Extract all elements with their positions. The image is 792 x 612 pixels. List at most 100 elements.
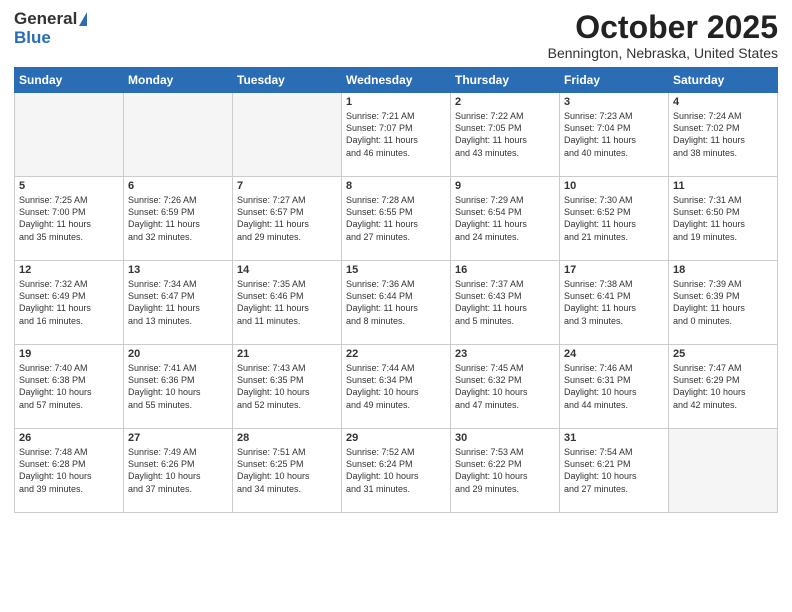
- header-saturday: Saturday: [669, 68, 778, 93]
- table-row: 5 Sunrise: 7:25 AMSunset: 7:00 PMDaylight…: [15, 177, 124, 261]
- day-number: 29: [346, 432, 446, 444]
- day-number: 10: [564, 180, 664, 192]
- day-number: 18: [673, 264, 773, 276]
- day-number: 2: [455, 96, 555, 108]
- logo-triangle-icon: [79, 12, 87, 26]
- table-row: 20Sunrise: 7:41 AMSunset: 6:36 PMDayligh…: [124, 345, 233, 429]
- header-monday: Monday: [124, 68, 233, 93]
- day-info: Sunrise: 7:36 AMSunset: 6:44 PMDaylight:…: [346, 278, 446, 327]
- calendar-week-row: 26 Sunrise: 7:48 AMSunset: 6:28 PMDayligh…: [15, 429, 778, 513]
- day-info: Sunrise: 7:53 AMSunset: 6:22 PMDaylight:…: [455, 446, 555, 495]
- day-number: 27: [128, 432, 228, 444]
- day-info: Sunrise: 7:49 AMSunset: 6:26 PMDaylight:…: [128, 446, 228, 495]
- table-row: 12 Sunrise: 7:32 AMSunset: 6:49 PMDayligh…: [15, 261, 124, 345]
- day-info: Sunrise: 7:37 AMSunset: 6:43 PMDaylight:…: [455, 278, 555, 327]
- day-info: Sunrise: 7:26 AMSunset: 6:59 PMDaylight:…: [128, 194, 228, 243]
- table-row: 26 Sunrise: 7:48 AMSunset: 6:28 PMDayligh…: [15, 429, 124, 513]
- table-row: [124, 93, 233, 177]
- day-info: Sunrise: 7:46 AMSunset: 6:31 PMDaylight:…: [564, 362, 664, 411]
- calendar-week-row: 12 Sunrise: 7:32 AMSunset: 6:49 PMDayligh…: [15, 261, 778, 345]
- day-info: Sunrise: 7:39 AMSunset: 6:39 PMDaylight:…: [673, 278, 773, 327]
- day-info: Sunrise: 7:35 AMSunset: 6:46 PMDaylight:…: [237, 278, 337, 327]
- table-row: 15Sunrise: 7:36 AMSunset: 6:44 PMDayligh…: [342, 261, 451, 345]
- table-row: 2 Sunrise: 7:22 AMSunset: 7:05 PMDaylight…: [451, 93, 560, 177]
- day-info: Sunrise: 7:21 AMSunset: 7:07 PMDaylight:…: [346, 110, 446, 159]
- table-row: [233, 93, 342, 177]
- day-info: Sunrise: 7:45 AMSunset: 6:32 PMDaylight:…: [455, 362, 555, 411]
- page: General Blue October 2025 Bennington, Ne…: [0, 0, 792, 612]
- title-block: October 2025 Bennington, Nebraska, Unite…: [548, 10, 778, 61]
- day-number: 5: [19, 180, 119, 192]
- table-row: 30 Sunrise: 7:53 AMSunset: 6:22 PMDayligh…: [451, 429, 560, 513]
- table-row: 24 Sunrise: 7:46 AMSunset: 6:31 PMDayligh…: [560, 345, 669, 429]
- day-number: 8: [346, 180, 446, 192]
- header-wednesday: Wednesday: [342, 68, 451, 93]
- table-row: 13 Sunrise: 7:34 AMSunset: 6:47 PMDayligh…: [124, 261, 233, 345]
- day-number: 25: [673, 348, 773, 360]
- day-number: 7: [237, 180, 337, 192]
- table-row: 25Sunrise: 7:47 AMSunset: 6:29 PMDayligh…: [669, 345, 778, 429]
- table-row: 14 Sunrise: 7:35 AMSunset: 6:46 PMDayligh…: [233, 261, 342, 345]
- logo-general-text: General: [14, 10, 77, 29]
- day-number: 23: [455, 348, 555, 360]
- day-info: Sunrise: 7:24 AMSunset: 7:02 PMDaylight:…: [673, 110, 773, 159]
- calendar-week-row: 1 Sunrise: 7:21 AMSunset: 7:07 PMDaylight…: [15, 93, 778, 177]
- day-info: Sunrise: 7:23 AMSunset: 7:04 PMDaylight:…: [564, 110, 664, 159]
- logo: General Blue: [14, 10, 87, 47]
- day-info: Sunrise: 7:34 AMSunset: 6:47 PMDaylight:…: [128, 278, 228, 327]
- table-row: 31 Sunrise: 7:54 AMSunset: 6:21 PMDayligh…: [560, 429, 669, 513]
- day-info: Sunrise: 7:54 AMSunset: 6:21 PMDaylight:…: [564, 446, 664, 495]
- day-info: Sunrise: 7:32 AMSunset: 6:49 PMDaylight:…: [19, 278, 119, 327]
- header-friday: Friday: [560, 68, 669, 93]
- header-tuesday: Tuesday: [233, 68, 342, 93]
- day-number: 16: [455, 264, 555, 276]
- table-row: 6 Sunrise: 7:26 AMSunset: 6:59 PMDaylight…: [124, 177, 233, 261]
- day-number: 24: [564, 348, 664, 360]
- table-row: 3 Sunrise: 7:23 AMSunset: 7:04 PMDaylight…: [560, 93, 669, 177]
- table-row: 4 Sunrise: 7:24 AMSunset: 7:02 PMDaylight…: [669, 93, 778, 177]
- day-number: 21: [237, 348, 337, 360]
- table-row: 27 Sunrise: 7:49 AMSunset: 6:26 PMDayligh…: [124, 429, 233, 513]
- day-info: Sunrise: 7:29 AMSunset: 6:54 PMDaylight:…: [455, 194, 555, 243]
- day-number: 3: [564, 96, 664, 108]
- table-row: 9 Sunrise: 7:29 AMSunset: 6:54 PMDaylight…: [451, 177, 560, 261]
- table-row: 8 Sunrise: 7:28 AMSunset: 6:55 PMDaylight…: [342, 177, 451, 261]
- day-number: 14: [237, 264, 337, 276]
- table-row: 16 Sunrise: 7:37 AMSunset: 6:43 PMDayligh…: [451, 261, 560, 345]
- day-number: 20: [128, 348, 228, 360]
- table-row: 7Sunrise: 7:27 AMSunset: 6:57 PMDaylight…: [233, 177, 342, 261]
- day-info: Sunrise: 7:48 AMSunset: 6:28 PMDaylight:…: [19, 446, 119, 495]
- table-row: 18 Sunrise: 7:39 AMSunset: 6:39 PMDayligh…: [669, 261, 778, 345]
- day-number: 1: [346, 96, 446, 108]
- day-info: Sunrise: 7:22 AMSunset: 7:05 PMDaylight:…: [455, 110, 555, 159]
- day-number: 26: [19, 432, 119, 444]
- day-info: Sunrise: 7:43 AMSunset: 6:35 PMDaylight:…: [237, 362, 337, 411]
- calendar-week-row: 5 Sunrise: 7:25 AMSunset: 7:00 PMDaylight…: [15, 177, 778, 261]
- calendar-title: October 2025: [548, 10, 778, 45]
- day-number: 30: [455, 432, 555, 444]
- table-row: 21 Sunrise: 7:43 AMSunset: 6:35 PMDayligh…: [233, 345, 342, 429]
- day-number: 11: [673, 180, 773, 192]
- table-row: 10Sunrise: 7:30 AMSunset: 6:52 PMDayligh…: [560, 177, 669, 261]
- day-number: 12: [19, 264, 119, 276]
- table-row: [669, 429, 778, 513]
- table-row: 28Sunrise: 7:51 AMSunset: 6:25 PMDayligh…: [233, 429, 342, 513]
- day-number: 31: [564, 432, 664, 444]
- table-row: 22Sunrise: 7:44 AMSunset: 6:34 PMDayligh…: [342, 345, 451, 429]
- day-number: 6: [128, 180, 228, 192]
- day-number: 17: [564, 264, 664, 276]
- table-row: 11 Sunrise: 7:31 AMSunset: 6:50 PMDayligh…: [669, 177, 778, 261]
- day-number: 13: [128, 264, 228, 276]
- calendar-subtitle: Bennington, Nebraska, United States: [548, 45, 778, 61]
- day-number: 4: [673, 96, 773, 108]
- day-info: Sunrise: 7:28 AMSunset: 6:55 PMDaylight:…: [346, 194, 446, 243]
- day-number: 9: [455, 180, 555, 192]
- table-row: [15, 93, 124, 177]
- day-info: Sunrise: 7:44 AMSunset: 6:34 PMDaylight:…: [346, 362, 446, 411]
- header: General Blue October 2025 Bennington, Ne…: [14, 10, 778, 61]
- day-info: Sunrise: 7:31 AMSunset: 6:50 PMDaylight:…: [673, 194, 773, 243]
- day-info: Sunrise: 7:25 AMSunset: 7:00 PMDaylight:…: [19, 194, 119, 243]
- table-row: 29Sunrise: 7:52 AMSunset: 6:24 PMDayligh…: [342, 429, 451, 513]
- table-row: 19Sunrise: 7:40 AMSunset: 6:38 PMDayligh…: [15, 345, 124, 429]
- header-thursday: Thursday: [451, 68, 560, 93]
